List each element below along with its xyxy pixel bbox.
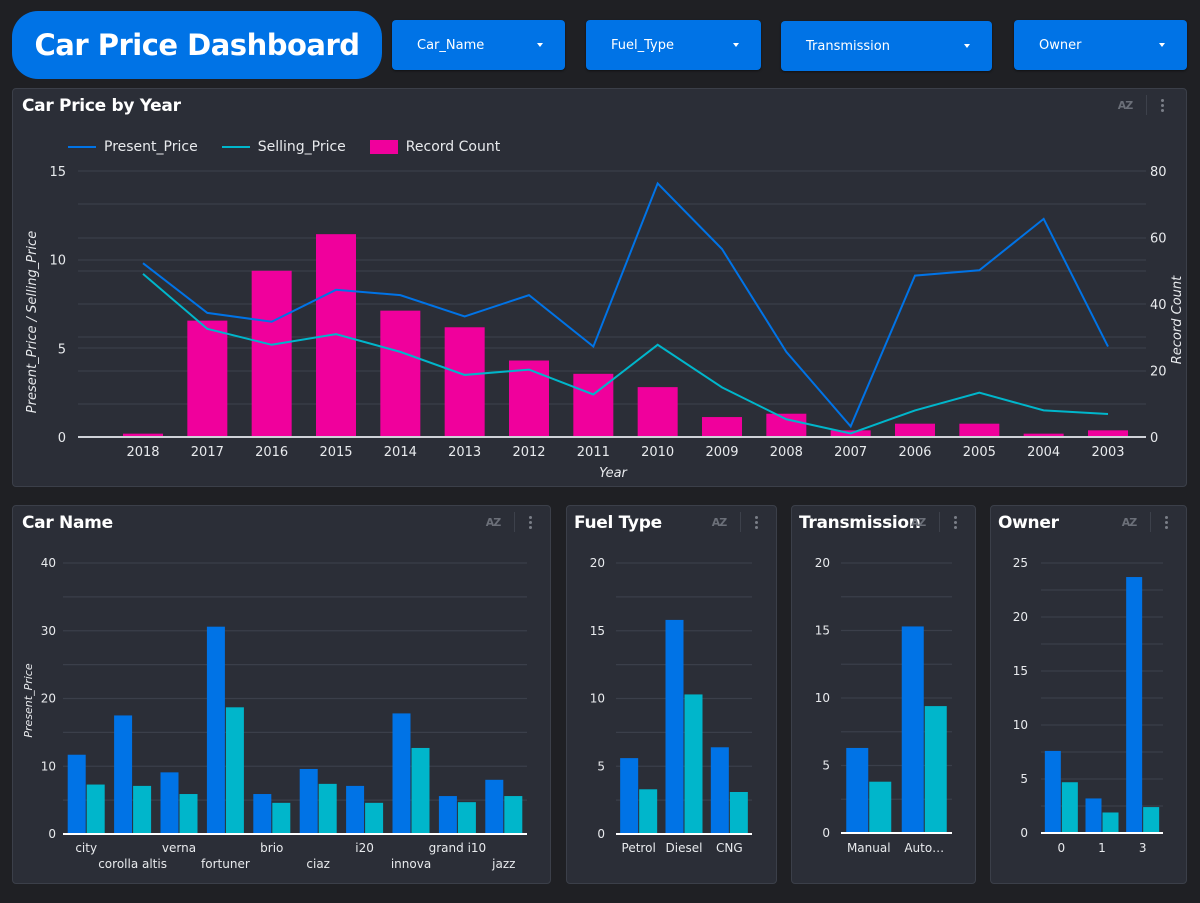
x-tick-label: 2018 (126, 445, 159, 460)
bar-record-count (895, 423, 935, 437)
x-tick-label: 2012 (512, 445, 545, 460)
x-tick-label: 2004 (1027, 445, 1060, 460)
bar-record-count (251, 270, 292, 437)
more-vert-icon[interactable] (1161, 514, 1172, 531)
bar-record-count (702, 417, 742, 437)
tool-divider (939, 512, 940, 532)
panel-transmission: Transmission AZ (791, 505, 976, 884)
x-axis-title: Year (599, 466, 628, 481)
y-tick-label: 0 (58, 431, 66, 446)
x-tick-label: 2011 (577, 445, 610, 460)
panel-title: Owner (998, 513, 1059, 533)
y-right-tick-label: 80 (1150, 165, 1167, 180)
x-tick-label: 2006 (898, 445, 931, 460)
sort-az-icon[interactable]: AZ (708, 516, 730, 529)
y-right-tick-label: 40 (1150, 298, 1167, 313)
x-tick-label: 2013 (448, 445, 481, 460)
x-tick-label: 2010 (641, 445, 674, 460)
panel-fuel-type: Fuel Type AZ (566, 505, 777, 884)
bar-record-count (509, 360, 549, 437)
y-right-tick-label: 0 (1150, 431, 1158, 446)
x-tick-label: 2008 (770, 445, 803, 460)
tool-divider (740, 512, 741, 532)
x-tick-label: 2016 (255, 445, 288, 460)
x-tick-label: 2015 (319, 445, 352, 460)
panel-title: Fuel Type (574, 513, 662, 533)
x-tick-label: 2017 (191, 445, 224, 460)
panel-tools: AZ (907, 512, 961, 532)
y-tick-label: 10 (49, 254, 66, 269)
y-tick-label: 15 (49, 165, 66, 180)
panel-title: Car Name (22, 513, 113, 533)
y-right-axis-title: Record Count (1170, 275, 1185, 364)
y-axis-title: Present_Price / Selling_Price (25, 231, 40, 413)
bar-record-count (380, 310, 421, 437)
sort-az-icon[interactable]: AZ (1118, 516, 1140, 529)
sort-az-icon[interactable]: AZ (907, 516, 929, 529)
panel-tools: AZ (1118, 512, 1172, 532)
panel-car-name: Car Name AZ (12, 505, 551, 884)
panel-owner: Owner AZ (990, 505, 1187, 884)
x-tick-label: 2005 (963, 445, 996, 460)
tool-divider (1150, 512, 1151, 532)
bar-record-count (959, 423, 1000, 437)
bar-record-count (766, 413, 807, 437)
more-vert-icon[interactable] (751, 514, 762, 531)
x-tick-label: 2007 (834, 445, 867, 460)
bar-record-count (444, 327, 485, 437)
sort-az-icon[interactable]: AZ (482, 516, 504, 529)
y-tick-label: 5 (58, 342, 66, 357)
panel-title: Transmission (799, 513, 921, 533)
x-tick-label: 2003 (1091, 445, 1124, 460)
y-right-tick-label: 20 (1150, 365, 1167, 380)
x-tick-label: 2009 (705, 445, 738, 460)
more-vert-icon[interactable] (525, 514, 536, 531)
bar-record-count (637, 387, 678, 437)
x-tick-label: 2014 (384, 445, 417, 460)
tool-divider (514, 512, 515, 532)
panel-tools: AZ (708, 512, 762, 532)
more-vert-icon[interactable] (950, 514, 961, 531)
panel-tools: AZ (482, 512, 536, 532)
bar-record-count (187, 320, 228, 437)
y-right-tick-label: 60 (1150, 232, 1167, 247)
